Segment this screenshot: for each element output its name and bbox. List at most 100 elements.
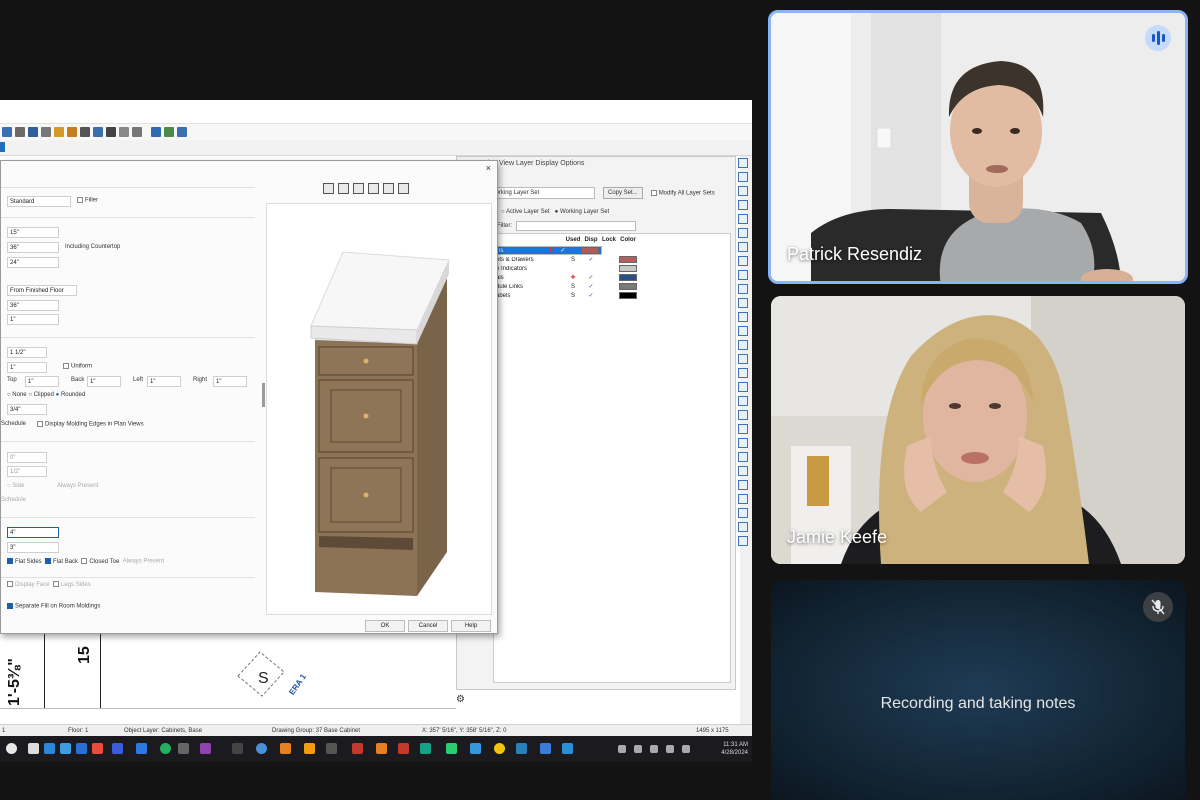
tool-icon[interactable]	[738, 186, 748, 196]
toe-kick-field[interactable]: 1 1/2"	[7, 347, 47, 358]
layer-row[interactable]: ls ✚ ✓	[494, 246, 602, 255]
layer-display-check[interactable]: ✓	[557, 247, 569, 254]
fit-icon[interactable]	[338, 183, 349, 194]
tool-icon[interactable]	[151, 127, 161, 137]
tool-icon[interactable]	[738, 214, 748, 224]
layer-row[interactable]: dule Links S ✓	[494, 282, 730, 291]
radius-field[interactable]: 3/4"	[7, 404, 47, 415]
illustrator-icon[interactable]	[280, 743, 291, 754]
filler-checkbox[interactable]: Filler	[77, 197, 98, 204]
tool-icon[interactable]	[738, 312, 748, 322]
volume-icon[interactable]	[666, 745, 674, 753]
floor-offset-field[interactable]: 1"	[7, 314, 59, 325]
wifi-icon[interactable]	[650, 745, 658, 753]
active-field[interactable]: 4"	[7, 527, 59, 538]
app-icon[interactable]	[398, 743, 409, 754]
tray-icon[interactable]	[618, 745, 626, 753]
field[interactable]: 3"	[7, 542, 59, 553]
tool-icon[interactable]	[41, 127, 51, 137]
col-disp[interactable]: Disp	[582, 237, 600, 243]
corner-clipped-radio[interactable]: ○ Clipped	[28, 392, 54, 398]
floor-ref-select[interactable]: From Finished Floor	[7, 285, 77, 296]
tool-icon[interactable]	[738, 256, 748, 266]
start-icon[interactable]	[6, 743, 17, 754]
layer-color[interactable]	[618, 274, 638, 281]
tool-icon[interactable]	[738, 382, 748, 392]
layer-row[interactable]: e Indicators	[494, 264, 730, 273]
top-field[interactable]: 1"	[25, 376, 59, 387]
app-icon[interactable]	[446, 743, 457, 754]
tool-icon[interactable]	[738, 242, 748, 252]
col-lock[interactable]: Lock	[600, 237, 618, 243]
tool-icon[interactable]	[67, 127, 77, 137]
tool-icon[interactable]	[738, 298, 748, 308]
uniform-checkbox[interactable]: Uniform	[63, 363, 92, 370]
closed-toe-checkbox[interactable]: Closed Toe	[81, 558, 119, 565]
layer-display-check[interactable]: ✓	[582, 292, 600, 299]
tray-icon[interactable]	[634, 745, 642, 753]
tool-icon[interactable]	[738, 172, 748, 182]
layer-row[interactable]: ets & Drawers S ✓	[494, 255, 730, 264]
tool-icon[interactable]	[738, 522, 748, 532]
filter-input[interactable]	[516, 221, 636, 231]
depth-field[interactable]: 24"	[7, 257, 59, 268]
tool-icon[interactable]	[177, 127, 187, 137]
vscode-icon[interactable]	[136, 743, 147, 754]
working-set-radio[interactable]: ● Working Layer Set	[555, 209, 610, 215]
app-icon[interactable]	[200, 743, 211, 754]
render-icon[interactable]	[383, 183, 394, 194]
tool-icon[interactable]	[738, 480, 748, 490]
app-icon[interactable]	[562, 743, 573, 754]
tool-icon[interactable]	[738, 494, 748, 504]
left-field[interactable]: 1"	[147, 376, 181, 387]
tool-icon[interactable]	[738, 438, 748, 448]
tool-icon[interactable]	[28, 127, 38, 137]
tool-icon[interactable]	[738, 508, 748, 518]
app-icon[interactable]	[232, 743, 243, 754]
app-icon[interactable]	[178, 743, 189, 754]
type-select[interactable]: Standard	[7, 196, 71, 207]
tool-icon[interactable]	[738, 410, 748, 420]
app-icon[interactable]	[470, 743, 481, 754]
layer-set-select[interactable]: Working Layer Set	[487, 187, 595, 199]
modify-all-checkbox[interactable]: Modify All Layer Sets	[650, 189, 715, 196]
tool-icon[interactable]	[132, 127, 142, 137]
ok-button[interactable]: OK	[365, 620, 405, 632]
separate-fill-checkbox[interactable]: Separate Fill on Room Moldings	[7, 603, 100, 610]
chrome-icon[interactable]	[494, 743, 505, 754]
tool-icon[interactable]	[738, 536, 748, 546]
col-color[interactable]: Color	[618, 237, 638, 243]
view-icon[interactable]	[323, 183, 334, 194]
tool-icon[interactable]	[738, 424, 748, 434]
layer-color[interactable]	[618, 265, 638, 272]
scroll-handle[interactable]	[262, 383, 265, 407]
cancel-button[interactable]: Cancel	[408, 620, 448, 632]
layer-row[interactable]: abels S ✓	[494, 291, 730, 300]
thickness-field[interactable]: 1"	[7, 362, 47, 373]
layer-used[interactable]: ✚	[564, 274, 582, 281]
layer-used[interactable]: S	[564, 293, 582, 299]
help-button[interactable]: Help	[451, 620, 491, 632]
col-used[interactable]: Used	[564, 237, 582, 243]
layer-color[interactable]	[618, 256, 638, 263]
layer-display-check[interactable]: ✓	[582, 283, 600, 290]
tool-icon[interactable]	[738, 452, 748, 462]
tool-icon[interactable]	[15, 127, 25, 137]
tool-icon[interactable]	[2, 127, 12, 137]
tool-icon[interactable]	[738, 228, 748, 238]
layer-used[interactable]: ✚	[545, 247, 557, 254]
tool-icon[interactable]	[738, 326, 748, 336]
app-icon[interactable]	[60, 743, 71, 754]
participant-tile-speaking[interactable]: Patrick Resendiz	[768, 10, 1188, 284]
app-icon[interactable]	[160, 743, 171, 754]
gear-icon[interactable]: ⚙	[456, 694, 465, 705]
tool-icon[interactable]	[738, 340, 748, 350]
back-field[interactable]: 1"	[87, 376, 121, 387]
app-icon[interactable]	[92, 743, 103, 754]
tool-icon[interactable]	[80, 127, 90, 137]
layer-display-check[interactable]: ✓	[582, 274, 600, 281]
layer-display-check[interactable]: ✓	[582, 256, 600, 263]
taskview-icon[interactable]	[28, 743, 39, 754]
tool-icon[interactable]	[738, 270, 748, 280]
app-icon[interactable]	[304, 743, 315, 754]
